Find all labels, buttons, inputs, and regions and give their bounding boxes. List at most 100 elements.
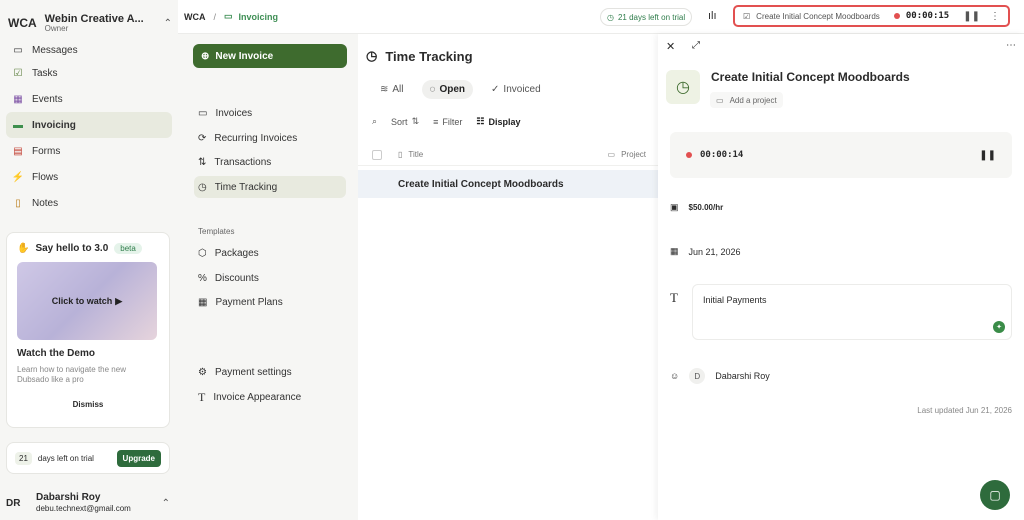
- user-text: Dabarshi Roy debu.technext@gmail.com: [36, 492, 131, 514]
- flows-icon: ⚡: [11, 171, 25, 183]
- sort-label: Sort: [391, 116, 408, 127]
- detail-title: Create Initial Concept Moodboards: [711, 70, 910, 84]
- recording-dot-icon: [686, 152, 692, 158]
- sidebar-item-flows[interactable]: ⚡ Flows: [6, 164, 172, 190]
- filter-label: Filter: [442, 116, 463, 127]
- package-icon: ⬡: [198, 247, 207, 259]
- user-name: Dabarshi Roy: [36, 492, 101, 504]
- avatar: DR: [6, 497, 21, 509]
- notes-field[interactable]: Initial Payments ✦: [692, 284, 1012, 340]
- subnav-item-payment-plans[interactable]: ▦ Payment Plans: [194, 291, 346, 313]
- table-row[interactable]: Create Initial Concept Moodboards: [358, 170, 658, 198]
- subnav-item-label: Discounts: [214, 272, 259, 284]
- sidebar-item-notes[interactable]: ▯ Notes: [6, 190, 172, 216]
- assistant-badge-icon: ✦: [993, 321, 1005, 333]
- pause-icon[interactable]: ❚❚: [979, 150, 996, 161]
- sidebar-item-tasks[interactable]: ☑ Tasks: [6, 60, 172, 86]
- date-value: Jun 21, 2026: [688, 246, 741, 257]
- layers-icon: ≋: [380, 84, 389, 95]
- search-icon[interactable]: ⌕: [372, 116, 377, 127]
- promo-title: Say hello to 3.0: [35, 243, 109, 254]
- breadcrumb-root[interactable]: WCA: [184, 12, 206, 22]
- time-tracking-list: ◷ Time Tracking ≋ All ◌ Open ✓ Invoiced …: [358, 34, 658, 520]
- notes-value: Initial Payments: [703, 295, 767, 305]
- display-label: Display: [488, 116, 521, 127]
- upgrade-button[interactable]: Upgrade: [116, 449, 161, 467]
- list-header: ▯ Title ▭ Project: [358, 144, 658, 166]
- percent-icon: %: [198, 272, 207, 284]
- more-vertical-icon[interactable]: ⋮: [990, 11, 1000, 22]
- subnav-item-label: Invoices: [215, 107, 253, 119]
- user-menu[interactable]: DR Dabarshi Roy debu.technext@gmail.com …: [6, 490, 170, 516]
- column-project: Project: [621, 150, 646, 159]
- new-invoice-button[interactable]: ⊕ New Invoice: [193, 44, 347, 68]
- tab-label: Open: [439, 84, 466, 95]
- trial-pill[interactable]: ◷ 21 days left on trial: [600, 8, 693, 26]
- pause-icon[interactable]: ❚❚: [963, 11, 980, 22]
- document-icon: ▯: [398, 150, 403, 159]
- tab-invoiced[interactable]: ✓ Invoiced: [483, 80, 549, 99]
- chat-icon: ▢: [989, 488, 1001, 502]
- breadcrumb-separator: /: [213, 11, 217, 22]
- topbar: WCA / ▭ Invoicing ◷ 21 days left on tria…: [178, 0, 1024, 34]
- dashed-circle-icon: ◌: [429, 84, 436, 95]
- tab-label: Invoiced: [503, 84, 541, 95]
- last-updated: Last updated Jun 21, 2026: [917, 406, 1012, 415]
- sidebar-item-label: Flows: [32, 171, 59, 183]
- breadcrumb-current-label: Invoicing: [238, 11, 279, 22]
- clock-icon: ◷: [666, 70, 700, 104]
- avatar: D: [689, 368, 706, 384]
- sidebar: WCA Webin Creative A... Owner ⌃ ▭ Messag…: [0, 0, 178, 520]
- message-icon: ▭: [13, 44, 23, 56]
- audio-wave-icon[interactable]: ılı: [708, 10, 717, 22]
- subnav-item-packages[interactable]: ⬡ Packages: [194, 242, 346, 264]
- subnav-item-recurring-invoices[interactable]: ⟳ Recurring Invoices: [194, 127, 346, 149]
- clock-icon: ◷: [198, 181, 207, 193]
- workspace-role: Owner: [44, 23, 69, 33]
- subnav-item-discounts[interactable]: % Discounts: [194, 267, 346, 289]
- clock-icon: ◷: [366, 48, 378, 63]
- close-icon[interactable]: ✕: [666, 40, 675, 53]
- expand-icon[interactable]: ⤢: [692, 40, 700, 51]
- trial-pill-text: 21 days left on trial: [617, 12, 686, 22]
- sidebar-nav: ▭ Messages ☑ Tasks ▦ Events ▬ Invoicing …: [6, 40, 172, 216]
- workspace-switcher[interactable]: WCA Webin Creative A... Owner ⌃: [8, 8, 172, 38]
- date-field[interactable]: ▦ Jun 21, 2026: [670, 246, 741, 257]
- text-icon: T: [198, 389, 206, 404]
- sidebar-item-messages[interactable]: ▭ Messages: [6, 40, 172, 60]
- display-button[interactable]: ☷ Display: [476, 116, 520, 127]
- chat-button[interactable]: ▢: [980, 480, 1010, 510]
- dismiss-button[interactable]: Dismiss: [17, 400, 159, 409]
- forms-icon: ▤: [13, 145, 23, 157]
- invoice-icon: ▬: [13, 119, 23, 131]
- promo-header: ✋ Say hello to 3.0 beta: [17, 243, 159, 254]
- sort-button[interactable]: Sort ⇅: [391, 116, 419, 127]
- beta-badge: beta: [114, 243, 142, 254]
- active-timer-bar[interactable]: ☑ Create Initial Concept Moodboards 00:0…: [733, 5, 1010, 27]
- subnav-item-invoice-appearance[interactable]: T Invoice Appearance: [194, 386, 346, 408]
- subnav-item-payment-settings[interactable]: ⚙ Payment settings: [194, 361, 346, 383]
- subnav-item-invoices[interactable]: ▭ Invoices: [194, 102, 346, 124]
- tab-all[interactable]: ≋ All: [372, 80, 412, 99]
- subnav-item-label: Payment settings: [214, 366, 292, 378]
- sidebar-item-events[interactable]: ▦ Events: [6, 86, 172, 112]
- subnav-item-transactions[interactable]: ⇅ Transactions: [194, 151, 346, 173]
- sidebar-item-forms[interactable]: ▤ Forms: [6, 138, 172, 164]
- breadcrumb-current: ▭ Invoicing: [224, 11, 278, 22]
- sidebar-item-label: Tasks: [32, 67, 58, 79]
- templates-heading: Templates: [198, 227, 235, 236]
- assignee-field[interactable]: ☺ D Dabarshi Roy: [670, 368, 770, 384]
- more-horizontal-icon[interactable]: ⋯: [1006, 40, 1016, 51]
- promo-subtitle: Learn how to navigate the new Dubsado li…: [17, 365, 126, 385]
- demo-video-thumbnail[interactable]: Click to watch ▶: [17, 262, 157, 340]
- rate-value: $50.00/hr: [688, 203, 724, 212]
- add-project-button[interactable]: ▭ Add a project: [710, 92, 783, 108]
- select-all-checkbox[interactable]: [372, 149, 382, 160]
- rate-field[interactable]: ▣ $50.00/hr: [670, 202, 723, 213]
- subnav-item-time-tracking[interactable]: ◷ Time Tracking: [194, 176, 346, 198]
- trial-days: 21: [15, 451, 32, 465]
- tab-open[interactable]: ◌ Open: [421, 80, 474, 99]
- sidebar-item-invoicing[interactable]: ▬ Invoicing: [6, 112, 172, 138]
- filter-button[interactable]: ≡ Filter: [433, 117, 462, 127]
- column-title: Title: [408, 150, 424, 159]
